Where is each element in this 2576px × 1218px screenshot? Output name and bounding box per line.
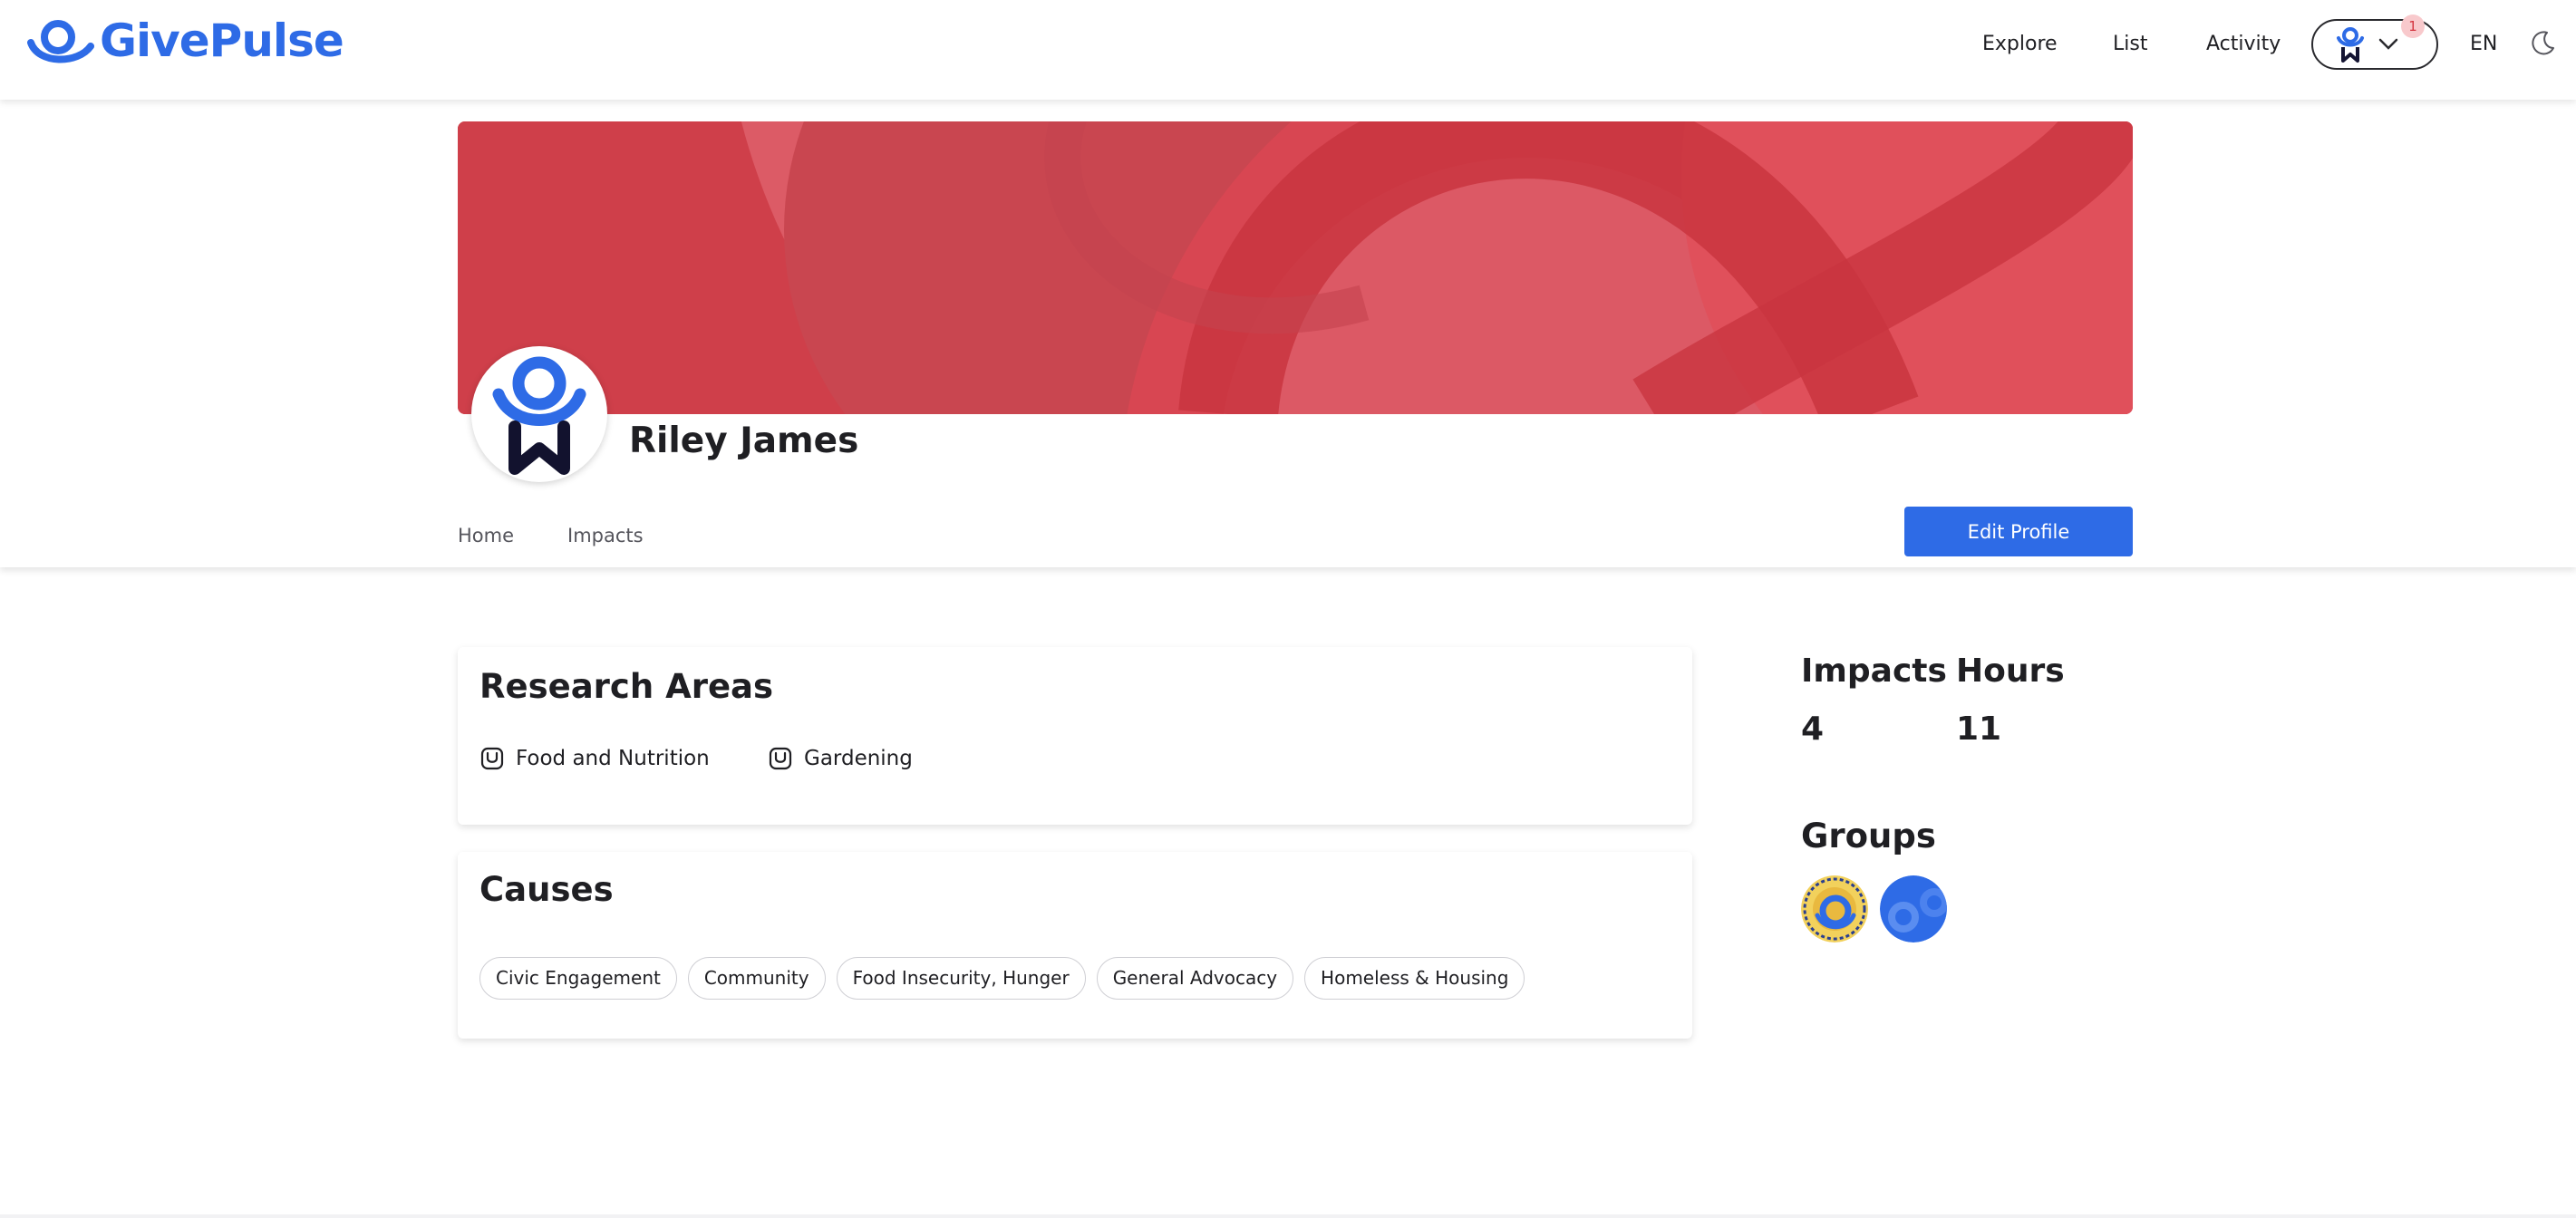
profile-header: Riley James Home Impacts Edit Profile (0, 100, 2576, 567)
research-areas-card: Research Areas Food and Nutrition Garden… (458, 647, 1692, 825)
givepulse-logo-icon (27, 20, 94, 63)
impacts-stat-value: 4 (1801, 710, 1825, 748)
group-badge-yellow-icon (1801, 875, 1868, 942)
tab-impacts[interactable]: Impacts (567, 522, 644, 549)
research-area-icon (480, 747, 504, 770)
cause-chip-food-insecurity[interactable]: Food Insecurity, Hunger (836, 957, 1086, 1000)
givepulse-star-avatar-icon (492, 356, 586, 475)
nav-explore[interactable]: Explore (1982, 31, 2058, 58)
group-avatar-yellow[interactable] (1801, 875, 1868, 942)
profile-name: Riley James (629, 420, 859, 461)
givepulse-logo[interactable]: GivePulse (27, 14, 344, 67)
edit-profile-button[interactable]: Edit Profile (1904, 507, 2133, 556)
user-avatar-icon (2337, 27, 2364, 63)
research-area-label: Food and Nutrition (516, 747, 710, 770)
cause-chip-list: Civic Engagement Community Food Insecuri… (479, 957, 1525, 1000)
cause-chip-civic-engagement[interactable]: Civic Engagement (479, 957, 677, 1000)
top-navigation: GivePulse Explore List Activity 1 EN (0, 0, 2576, 100)
cause-chip-general-advocacy[interactable]: General Advocacy (1096, 957, 1294, 1000)
impacts-stat-label: Impacts (1801, 652, 1947, 690)
tab-home[interactable]: Home (458, 522, 514, 549)
nav-list[interactable]: List (2113, 31, 2147, 58)
footer-divider (0, 1214, 2576, 1218)
cause-chip-community[interactable]: Community (687, 957, 826, 1000)
research-area-label: Gardening (804, 747, 913, 770)
notification-badge[interactable]: 1 (2401, 14, 2425, 38)
groups-title: Groups (1801, 817, 1936, 856)
research-area-item: Gardening (768, 745, 913, 772)
causes-card: Causes Civic Engagement Community Food I… (458, 852, 1692, 1039)
hours-stat-value: 11 (1956, 710, 2002, 748)
profile-avatar[interactable] (471, 346, 607, 482)
cause-chip-homeless-housing[interactable]: Homeless & Housing (1304, 957, 1525, 1000)
logo-text: GivePulse (100, 14, 344, 67)
group-badge-blue-icon (1880, 875, 1947, 942)
research-areas-title: Research Areas (479, 667, 774, 706)
group-avatar-blue[interactable] (1880, 875, 1947, 942)
nav-activity[interactable]: Activity (2206, 31, 2281, 58)
moon-icon[interactable] (2529, 29, 2556, 60)
language-selector[interactable]: EN (2470, 31, 2497, 58)
profile-banner (458, 121, 2133, 414)
chevron-down-icon (2378, 38, 2398, 50)
research-area-icon (769, 747, 792, 770)
causes-title: Causes (479, 870, 614, 909)
research-area-item: Food and Nutrition (479, 745, 710, 772)
hours-stat-label: Hours (1956, 652, 2065, 690)
